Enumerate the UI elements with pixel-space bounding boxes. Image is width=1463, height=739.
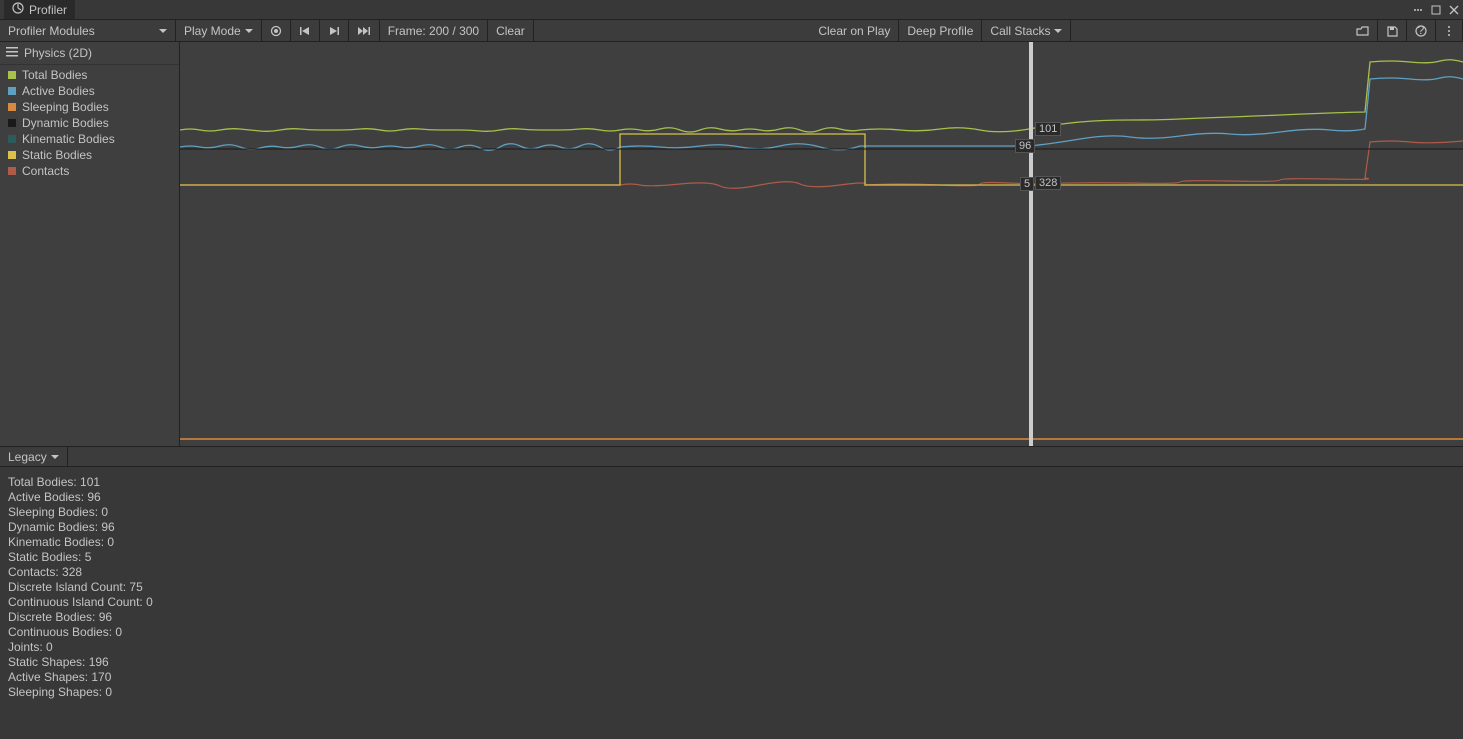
legend-label: Contacts — [22, 164, 69, 178]
legend-item[interactable]: Dynamic Bodies — [0, 115, 179, 131]
load-button[interactable] — [1348, 20, 1378, 41]
stat-line: Contacts: 328 — [8, 565, 1455, 580]
profiler-tab[interactable]: Profiler — [4, 0, 75, 19]
detail-mode-label: Legacy — [8, 450, 47, 464]
current-frame-button[interactable] — [349, 20, 380, 41]
detail-mode-dropdown[interactable]: Legacy — [0, 447, 68, 466]
value-badge-static: 5 — [1020, 177, 1034, 191]
call-stacks-label: Call Stacks — [990, 24, 1050, 38]
call-stacks-dropdown[interactable]: Call Stacks — [982, 20, 1071, 41]
close-icon[interactable] — [1449, 5, 1459, 15]
stat-line: Static Bodies: 5 — [8, 550, 1455, 565]
stat-line: Dynamic Bodies: 96 — [8, 520, 1455, 535]
stat-line: Joints: 0 — [8, 640, 1455, 655]
frame-scrubber[interactable] — [1029, 42, 1033, 446]
legend-label: Static Bodies — [22, 148, 92, 162]
chevron-down-icon — [51, 455, 59, 459]
legend-item[interactable]: Sleeping Bodies — [0, 99, 179, 115]
chart-svg — [180, 42, 1463, 447]
stat-line: Static Shapes: 196 — [8, 655, 1455, 670]
clear-button[interactable]: Clear — [488, 20, 534, 41]
legend-item[interactable]: Contacts — [0, 163, 179, 179]
legend-label: Dynamic Bodies — [22, 116, 109, 130]
help-button[interactable]: ? — [1407, 20, 1436, 41]
record-button[interactable] — [262, 20, 291, 41]
legend-label: Active Bodies — [22, 84, 95, 98]
maximize-icon[interactable] — [1431, 5, 1441, 15]
legend-label: Kinematic Bodies — [22, 132, 115, 146]
window-title: Profiler — [29, 3, 67, 17]
deep-profile-button[interactable]: Deep Profile — [899, 20, 982, 41]
legend: Total Bodies Active Bodies Sleeping Bodies… — [0, 65, 179, 181]
legend-label: Sleeping Bodies — [22, 100, 109, 114]
next-frame-button[interactable] — [320, 20, 349, 41]
legend-swatch — [8, 103, 16, 111]
stat-line: Continuous Bodies: 0 — [8, 625, 1455, 640]
chart-area[interactable]: 101 96 5 328 — [180, 42, 1463, 446]
chevron-down-icon — [245, 29, 253, 33]
profiler-modules-label: Profiler Modules — [8, 24, 95, 38]
profiler-icon — [12, 2, 24, 17]
frame-label: Frame: 200 / 300 — [388, 24, 479, 38]
legend-item[interactable]: Total Bodies — [0, 67, 179, 83]
legend-swatch — [8, 167, 16, 175]
chart-row: Physics (2D) Total Bodies Active Bodies Sl… — [0, 42, 1463, 447]
details-panel: Total Bodies: 101Active Bodies: 96Sleepi… — [0, 467, 1463, 739]
prev-frame-button[interactable] — [291, 20, 320, 41]
stat-line: Total Bodies: 101 — [8, 475, 1455, 490]
value-badge-active: 96 — [1015, 139, 1035, 153]
stat-line: Sleeping Bodies: 0 — [8, 505, 1455, 520]
stat-line: Active Shapes: 170 — [8, 670, 1455, 685]
deep-profile-label: Deep Profile — [907, 24, 973, 38]
profiler-modules-dropdown[interactable]: Profiler Modules — [0, 20, 176, 41]
clear-label: Clear — [496, 24, 525, 38]
legend-item[interactable]: Static Bodies — [0, 147, 179, 163]
stat-line: Sleeping Shapes: 0 — [8, 685, 1455, 700]
playmode-label: Play Mode — [184, 24, 241, 38]
playmode-dropdown[interactable]: Play Mode — [176, 20, 262, 41]
legend-swatch — [8, 119, 16, 127]
stat-line: Discrete Bodies: 96 — [8, 610, 1455, 625]
menu-icon — [6, 46, 18, 60]
legend-swatch — [8, 87, 16, 95]
chevron-down-icon — [1054, 29, 1062, 33]
legend-swatch — [8, 151, 16, 159]
legend-item[interactable]: Kinematic Bodies — [0, 131, 179, 147]
clear-on-play-label: Clear on Play — [818, 24, 890, 38]
legend-swatch — [8, 135, 16, 143]
chevron-down-icon — [159, 29, 167, 33]
frame-indicator: Frame: 200 / 300 — [380, 20, 488, 41]
save-button[interactable] — [1378, 20, 1407, 41]
legend-swatch — [8, 71, 16, 79]
module-title: Physics (2D) — [24, 46, 92, 60]
stat-line: Continuous Island Count: 0 — [8, 595, 1455, 610]
toolbar: Profiler Modules Play Mode Frame: 200 / … — [0, 20, 1463, 42]
svg-text:?: ? — [1418, 25, 1425, 37]
module-header[interactable]: Physics (2D) — [0, 42, 179, 65]
stat-line: Discrete Island Count: 75 — [8, 580, 1455, 595]
legend-item[interactable]: Active Bodies — [0, 83, 179, 99]
value-badge-contacts: 328 — [1035, 176, 1061, 190]
titlebar: Profiler — [0, 0, 1463, 20]
clear-on-play-button[interactable]: Clear on Play — [810, 20, 899, 41]
details-toolbar: Legacy — [0, 447, 1463, 467]
options-button[interactable] — [1436, 20, 1463, 41]
stat-line: Active Bodies: 96 — [8, 490, 1455, 505]
module-sidebar: Physics (2D) Total Bodies Active Bodies Sl… — [0, 42, 180, 446]
context-menu-icon[interactable] — [1413, 5, 1423, 15]
legend-label: Total Bodies — [22, 68, 87, 82]
value-badge-total: 101 — [1035, 122, 1061, 136]
stat-line: Kinematic Bodies: 0 — [8, 535, 1455, 550]
